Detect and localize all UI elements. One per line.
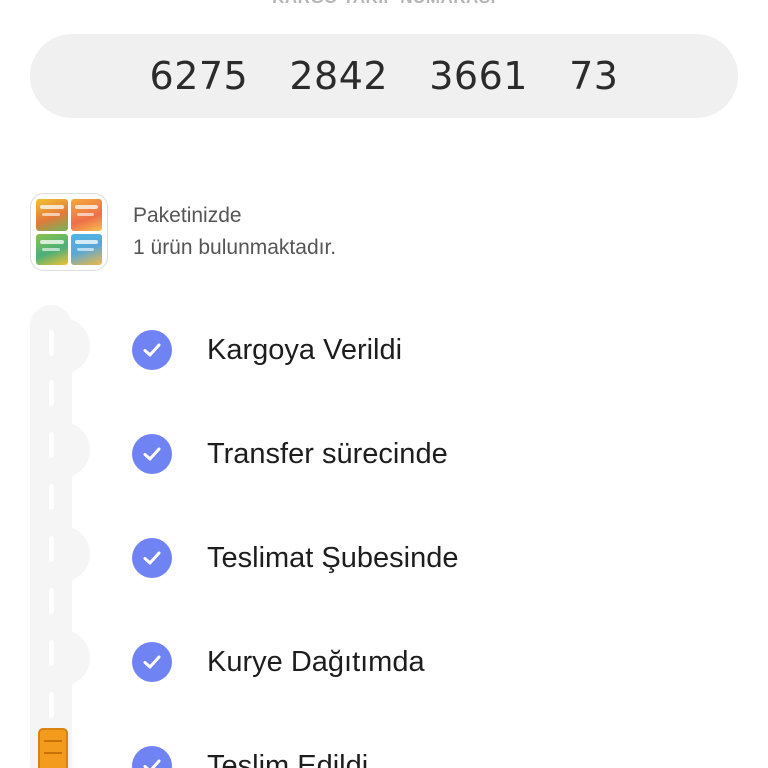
book-cover-image bbox=[70, 233, 102, 265]
timeline-bump bbox=[62, 422, 90, 478]
package-info-line1: Paketinizde bbox=[133, 204, 242, 227]
status-step-transfer-surecinde: Transfer sürecinde bbox=[132, 434, 448, 474]
book-cover-image bbox=[70, 199, 102, 231]
package-summary[interactable]: Paketinizde 1 ürün bulunmaktadır. bbox=[30, 193, 336, 271]
status-step-label: Kargoya Verildi bbox=[207, 333, 403, 366]
road-dash bbox=[49, 588, 54, 614]
book-cover-image bbox=[36, 199, 68, 231]
timeline-bump bbox=[62, 526, 90, 582]
shipment-tracking-page: KARGO TAKİP NUMARASI 6275 2842 3661 73 P… bbox=[0, 0, 768, 768]
book-cover-image bbox=[36, 233, 68, 265]
status-step-teslimat-subesinde: Teslimat Şubesinde bbox=[132, 538, 458, 578]
tracking-number: 6275 2842 3661 73 bbox=[149, 54, 619, 98]
check-icon bbox=[132, 746, 172, 768]
timeline-bump bbox=[62, 630, 90, 686]
product-thumbnail[interactable] bbox=[30, 193, 108, 271]
road-dash bbox=[49, 432, 54, 458]
status-step-kargoya-verildi: Kargoya Verildi bbox=[132, 330, 402, 370]
road-dash bbox=[49, 536, 54, 562]
road-dash bbox=[49, 484, 54, 510]
status-step-label: Teslim Edildi bbox=[207, 749, 369, 768]
road-dash bbox=[49, 692, 54, 718]
tracking-number-label: KARGO TAKİP NUMARASI bbox=[0, 0, 768, 8]
check-icon bbox=[132, 538, 172, 578]
status-step-label: Teslimat Şubesinde bbox=[207, 541, 459, 574]
delivery-truck-icon bbox=[38, 728, 68, 768]
check-icon bbox=[132, 642, 172, 682]
status-step-label: Kurye Dağıtımda bbox=[207, 645, 425, 678]
check-icon bbox=[132, 434, 172, 474]
tracking-number-box[interactable]: 6275 2842 3661 73 bbox=[30, 34, 738, 118]
status-step-teslim-edildi: Teslim Edildi bbox=[132, 746, 368, 768]
status-step-label: Transfer sürecinde bbox=[207, 437, 448, 470]
road-dash bbox=[49, 380, 54, 406]
road-dash bbox=[49, 640, 54, 666]
package-info-line2: 1 ürün bulunmaktadır. bbox=[133, 236, 337, 259]
check-icon bbox=[132, 330, 172, 370]
status-step-kurye-dagitimda: Kurye Dağıtımda bbox=[132, 642, 425, 682]
package-info: Paketinizde 1 ürün bulunmaktadır. bbox=[133, 200, 336, 264]
timeline-bump bbox=[62, 318, 90, 374]
road-dash bbox=[49, 330, 54, 356]
